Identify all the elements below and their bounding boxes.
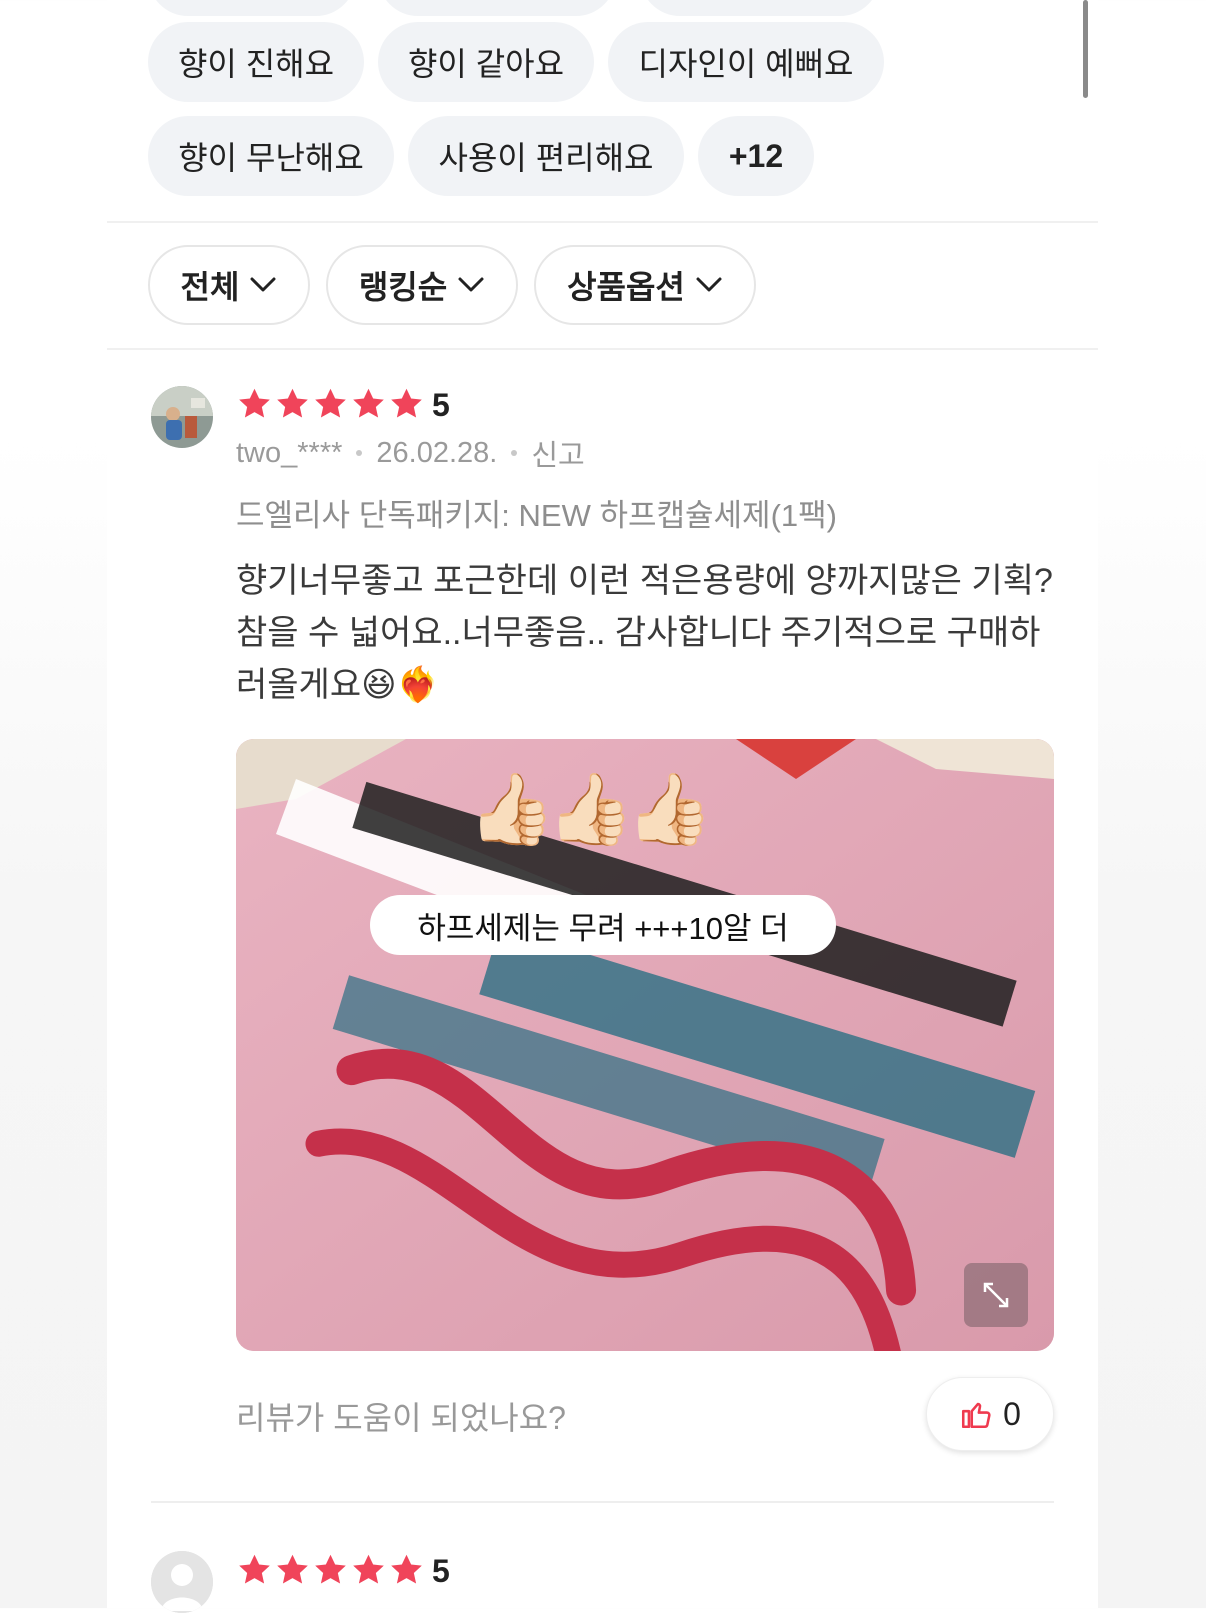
filter-all-dropdown[interactable]: 전체	[148, 245, 310, 325]
keyword-chip-label: 향이 무난해요	[178, 140, 364, 176]
review-photo[interactable]: 👍🏻👍🏻👍🏻 하프세제는 무려 +++10알 더	[236, 739, 1054, 1351]
rating-score: 5	[432, 1553, 450, 1589]
purchased-option: 드엘리사 단독패키지: NEW 하프캡슐세제(1팩)	[236, 498, 837, 533]
review-meta: two_**** 26.02.28. 신고	[236, 432, 585, 474]
chevron-down-icon	[458, 277, 484, 292]
chevron-down-icon	[250, 277, 276, 292]
photo-caption: 하프세제는 무려 +++10알 더	[370, 895, 836, 955]
meta-separator	[356, 450, 363, 456]
keyword-chip-hidden[interactable]	[378, 0, 616, 16]
keyword-chip-label: 사용이 편리해요	[438, 140, 654, 176]
star-icon	[353, 388, 384, 418]
expand-icon	[983, 1282, 1009, 1308]
star-icon	[353, 1554, 384, 1584]
thumbs-up-sticker: 👍🏻👍🏻👍🏻	[468, 770, 714, 848]
meta-separator	[511, 450, 518, 456]
keyword-chip-label: 향이 진해요	[177, 46, 335, 82]
expand-photo-button[interactable]	[964, 1263, 1028, 1327]
filter-label: 랭킹순	[358, 269, 448, 305]
more-keywords-label: +12	[728, 137, 784, 174]
rating-stars	[236, 1552, 425, 1588]
keyword-chip[interactable]: 향이 같아요	[378, 22, 594, 102]
report-link[interactable]: 신고	[531, 432, 584, 474]
star-icon	[239, 1554, 270, 1584]
star-icon	[315, 388, 346, 418]
rating-stars	[236, 386, 425, 422]
scrollbar[interactable]	[1083, 0, 1088, 98]
divider	[107, 221, 1098, 223]
like-button[interactable]: 0	[926, 1377, 1054, 1451]
review-date: 26.02.28.	[376, 436, 498, 469]
keyword-chip[interactable]: 사용이 편리해요	[408, 116, 684, 196]
star-icon	[277, 1554, 308, 1584]
default-avatar-icon	[151, 1551, 213, 1613]
star-icon	[391, 388, 422, 418]
keyword-chip-label: 향이 같아요	[407, 46, 565, 82]
chevron-down-icon	[696, 277, 722, 292]
avatar[interactable]	[151, 386, 213, 448]
star-icon	[391, 1554, 422, 1584]
review-separator	[151, 1501, 1054, 1503]
keyword-chip[interactable]: 디자인이 예뻐요	[608, 22, 884, 102]
star-icon	[315, 1554, 346, 1584]
more-keywords-chip[interactable]: +12	[698, 116, 814, 196]
star-icon	[239, 388, 270, 418]
divider	[107, 348, 1098, 350]
star-icon	[277, 388, 308, 418]
keyword-chip-label: 디자인이 예뻐요	[638, 46, 854, 82]
author-name: two_****	[236, 436, 343, 469]
filter-label: 전체	[180, 269, 240, 305]
avatar-image	[151, 386, 213, 448]
thumbs-up-icon	[962, 1402, 991, 1429]
keyword-chip-hidden[interactable]	[148, 0, 356, 16]
filter-option-dropdown[interactable]: 상품옵션	[534, 245, 756, 325]
keyword-chip[interactable]: 향이 무난해요	[148, 116, 394, 196]
avatar[interactable]	[151, 1551, 213, 1613]
filter-label: 상품옵션	[567, 269, 685, 305]
like-count: 0	[1003, 1395, 1021, 1432]
review-text: 향기너무좋고 포근한데 이런 적은용량에 양까지많은 기획? 참을 수 넓어요.…	[236, 562, 1053, 704]
keyword-chip[interactable]: 향이 진해요	[148, 22, 364, 102]
helpful-question: 리뷰가 도움이 되었나요?	[236, 1400, 566, 1436]
rating-score: 5	[432, 387, 450, 423]
filter-sort-dropdown[interactable]: 랭킹순	[326, 245, 518, 325]
keyword-chip-hidden[interactable]	[640, 0, 880, 16]
